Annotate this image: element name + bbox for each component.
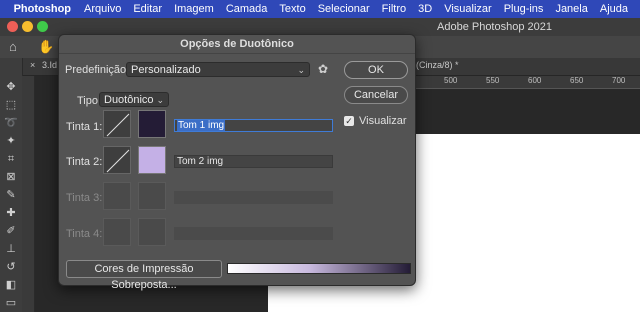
ink-2-curve[interactable] bbox=[103, 146, 131, 174]
ink-4-curve bbox=[103, 218, 131, 246]
menu-selecionar[interactable]: Selecionar bbox=[318, 3, 370, 15]
cancel-button[interactable]: Cancelar bbox=[344, 86, 408, 104]
window-title: Adobe Photoshop 2021 bbox=[437, 21, 552, 33]
ink-3-name-field bbox=[174, 191, 333, 204]
ink-2-swatch[interactable] bbox=[138, 146, 166, 174]
type-select[interactable]: Duotônico ⌄ bbox=[99, 92, 169, 107]
brush-tool-icon[interactable]: ✐ bbox=[3, 224, 19, 238]
type-label: Tipo: bbox=[77, 95, 102, 107]
frame-tool-icon[interactable]: ⊠ bbox=[3, 170, 19, 184]
ruler-label: 650 bbox=[570, 76, 584, 85]
overprint-colors-button[interactable]: Cores de Impressão Sobreposta... bbox=[66, 260, 222, 291]
minimize-window-button[interactable] bbox=[22, 21, 33, 32]
document-tab-left[interactable]: 3.Id bbox=[42, 60, 57, 70]
curve-diagonal-icon bbox=[106, 149, 130, 173]
hand-tool-icon[interactable]: ✋ bbox=[38, 39, 54, 55]
ink-3-curve bbox=[103, 182, 131, 210]
preview-checkbox[interactable]: ✓ bbox=[344, 116, 354, 126]
menu-bar: Photoshop Arquivo Editar Imagem Camada T… bbox=[0, 0, 640, 18]
crop-tool-icon[interactable]: ⌗ bbox=[3, 152, 19, 166]
duotone-options-dialog: Opções de Duotônico Predefinição: Person… bbox=[58, 34, 416, 291]
move-tool-icon[interactable]: ✥ bbox=[3, 80, 19, 94]
menu-photoshop[interactable]: Photoshop bbox=[14, 3, 71, 15]
tab-close-icon[interactable]: × bbox=[30, 60, 35, 70]
menu-janela[interactable]: Janela bbox=[555, 3, 587, 15]
preset-select[interactable]: Personalizado ⌄ bbox=[126, 62, 310, 77]
menu-3d[interactable]: 3D bbox=[418, 3, 432, 15]
horizontal-ruler: 500 550 600 650 700 bbox=[414, 76, 640, 89]
ink-2-name-field[interactable]: Tom 2 img bbox=[174, 155, 333, 168]
document-tab-active[interactable]: (Cinza/8) * bbox=[416, 60, 459, 70]
eraser-tool-icon[interactable]: ◧ bbox=[3, 278, 19, 292]
ink-1-name: Tom 1 img bbox=[177, 120, 226, 131]
menu-arquivo[interactable]: Arquivo bbox=[84, 3, 121, 15]
ink-3-label: Tinta 3: bbox=[66, 192, 103, 204]
ink-4-name-field bbox=[174, 227, 333, 240]
dialog-title: Opções de Duotônico bbox=[59, 35, 415, 54]
ink-1-label: Tinta 1: bbox=[66, 121, 103, 133]
clone-stamp-tool-icon[interactable]: ⊥ bbox=[3, 242, 19, 256]
eyedropper-tool-icon[interactable]: ✎ bbox=[3, 188, 19, 202]
preset-gear-icon[interactable]: ✿ bbox=[318, 62, 328, 76]
duotone-gradient-preview bbox=[227, 263, 411, 274]
type-value: Duotônico bbox=[104, 94, 154, 106]
menu-visualizar[interactable]: Visualizar bbox=[444, 3, 492, 15]
home-icon[interactable]: ⌂ bbox=[9, 39, 17, 54]
ink-4-swatch bbox=[138, 218, 166, 246]
ink-2-name: Tom 2 img bbox=[177, 156, 224, 167]
lasso-tool-icon[interactable]: ➰ bbox=[3, 116, 19, 130]
marquee-tool-icon[interactable]: ⬚ bbox=[3, 98, 19, 112]
ink-1-curve[interactable] bbox=[103, 110, 131, 138]
menu-ajuda[interactable]: Ajuda bbox=[600, 3, 628, 15]
tools-panel: ✥ ⬚ ➰ ✦ ⌗ ⊠ ✎ ✚ ✐ ⊥ ↺ ◧ ▭ bbox=[0, 58, 23, 312]
ink-1-swatch[interactable] bbox=[138, 110, 166, 138]
close-window-button[interactable] bbox=[7, 21, 18, 32]
ruler-label: 500 bbox=[444, 76, 458, 85]
gradient-tool-icon[interactable]: ▭ bbox=[3, 296, 19, 310]
ink-2-label: Tinta 2: bbox=[66, 156, 103, 168]
history-brush-tool-icon[interactable]: ↺ bbox=[3, 260, 19, 274]
menu-imagem[interactable]: Imagem bbox=[174, 3, 214, 15]
menu-plugins[interactable]: Plug-ins bbox=[504, 3, 544, 15]
ink-3-swatch bbox=[138, 182, 166, 210]
ok-button[interactable]: OK bbox=[344, 61, 408, 79]
preset-label: Predefinição: bbox=[65, 64, 130, 76]
chevron-down-icon: ⌄ bbox=[156, 95, 164, 105]
menu-texto[interactable]: Texto bbox=[279, 3, 305, 15]
preset-value: Personalizado bbox=[131, 64, 201, 76]
ink-4-label: Tinta 4: bbox=[66, 228, 103, 240]
preview-label: Visualizar bbox=[359, 115, 407, 127]
ruler-label: 700 bbox=[612, 76, 626, 85]
magic-wand-tool-icon[interactable]: ✦ bbox=[3, 134, 19, 148]
menu-filtro[interactable]: Filtro bbox=[382, 3, 406, 15]
healing-brush-tool-icon[interactable]: ✚ bbox=[3, 206, 19, 220]
ink-1-name-field[interactable]: Tom 1 img bbox=[174, 119, 333, 132]
ruler-label: 600 bbox=[528, 76, 542, 85]
menu-editar[interactable]: Editar bbox=[133, 3, 162, 15]
chevron-down-icon: ⌄ bbox=[297, 65, 305, 75]
curve-diagonal-icon bbox=[106, 113, 130, 137]
menu-camada[interactable]: Camada bbox=[226, 3, 268, 15]
vertical-ruler bbox=[22, 76, 35, 312]
zoom-window-button[interactable] bbox=[37, 21, 48, 32]
ruler-label: 550 bbox=[486, 76, 500, 85]
